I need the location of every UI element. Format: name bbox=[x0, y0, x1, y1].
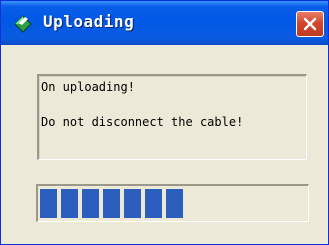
title-bar[interactable]: Uploading bbox=[1, 1, 328, 45]
progress-track bbox=[40, 189, 306, 218]
upload-dialog: Uploading On uploading! Do not disconnec… bbox=[0, 0, 329, 245]
message-line-warning: Do not disconnect the cable! bbox=[41, 115, 244, 129]
close-button[interactable] bbox=[296, 11, 324, 37]
app-icon bbox=[11, 12, 35, 34]
message-line-uploading: On uploading! bbox=[41, 80, 135, 94]
message-box: On uploading! Do not disconnect the cabl… bbox=[37, 74, 307, 160]
window-title: Uploading bbox=[43, 12, 135, 31]
progress-fill bbox=[40, 189, 184, 218]
upload-progress-bar bbox=[36, 184, 309, 222]
green-diamond-icon bbox=[14, 15, 32, 33]
close-icon bbox=[303, 17, 317, 31]
